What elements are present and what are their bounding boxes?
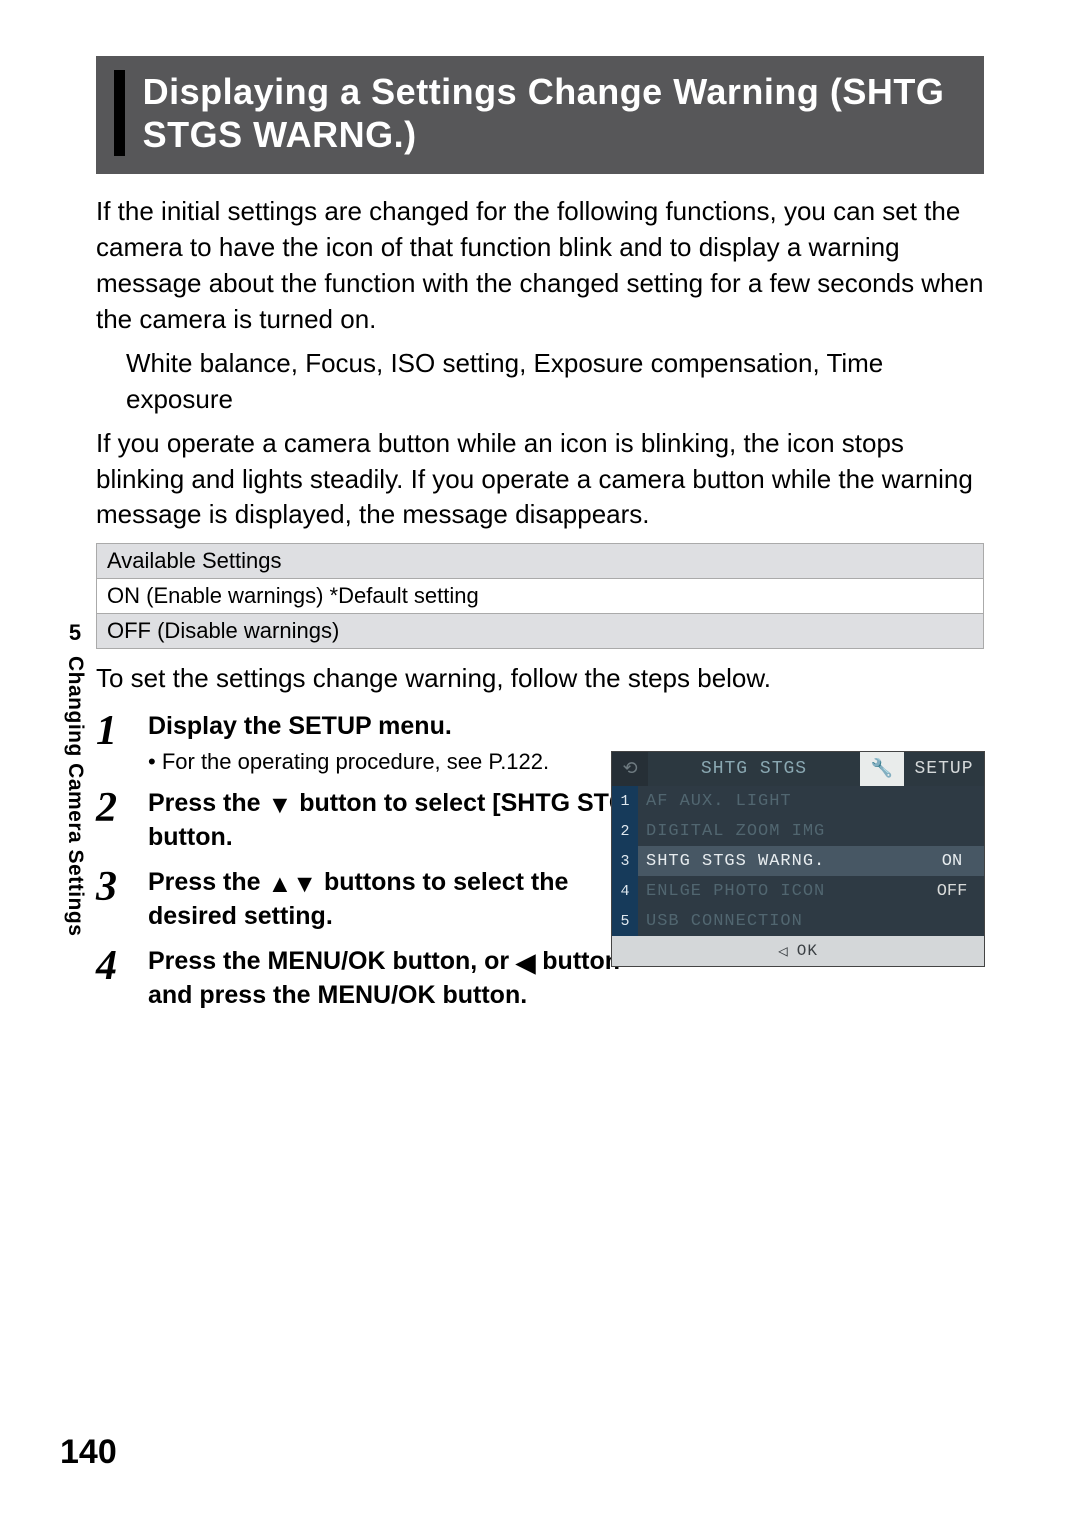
lcd-row-index: 1 xyxy=(612,786,638,816)
step-1-title: Display the SETUP menu. xyxy=(148,710,984,743)
section-title: Displaying a Settings Change Warning (SH… xyxy=(143,70,966,156)
lcd-footer-left-arrow-icon: ◁ xyxy=(778,941,789,961)
lcd-row-label: ENLGE PHOTO ICON xyxy=(638,876,920,906)
lcd-row-index: 5 xyxy=(612,906,638,936)
camera-lcd-screenshot: ⟲ SHTG STGS 🔧 SETUP 1 AF AUX. LIGHT 2 DI… xyxy=(612,752,984,966)
title-accent-mark xyxy=(114,70,125,156)
lcd-tab-active: SHTG STGS xyxy=(648,752,860,786)
lcd-tab-left-icon: ⟲ xyxy=(612,752,648,786)
lcd-row-value: OFF xyxy=(920,876,984,906)
lcd-row-index: 2 xyxy=(612,816,638,846)
lcd-footer: ◁ OK xyxy=(612,936,984,966)
lcd-row-label: USB CONNECTION xyxy=(638,906,920,936)
lcd-row-value xyxy=(920,816,984,846)
available-settings-table: Available Settings ON (Enable warnings) … xyxy=(96,543,984,649)
lcd-row-value xyxy=(920,786,984,816)
settings-row-on: ON (Enable warnings) *Default setting xyxy=(97,579,984,614)
step-number-4: 4 xyxy=(96,945,126,1012)
page-number: 140 xyxy=(60,1433,117,1472)
down-arrow-icon: ▼ xyxy=(268,789,293,822)
lcd-tab-wrench-icon: 🔧 xyxy=(860,752,904,786)
step-number-2: 2 xyxy=(96,787,126,854)
lcd-row-value-on: ON xyxy=(920,846,984,876)
chapter-label: Changing Camera Settings xyxy=(63,656,87,936)
lcd-row-value xyxy=(920,906,984,936)
chapter-number: 5 xyxy=(65,618,85,648)
settings-row-off: OFF (Disable warnings) xyxy=(97,614,984,649)
steps-lead-text: To set the settings change warning, foll… xyxy=(96,663,984,694)
step-number-1: 1 xyxy=(96,710,126,775)
up-down-arrow-icon: ▲▼ xyxy=(268,868,318,901)
intro-functions-list: White balance, Focus, ISO setting, Expos… xyxy=(96,346,984,418)
lcd-row-index: 4 xyxy=(612,876,638,906)
step-number-3: 3 xyxy=(96,866,126,933)
chapter-sidebar: 5 Changing Camera Settings xyxy=(60,618,90,936)
lcd-row-label: AF AUX. LIGHT xyxy=(638,786,920,816)
step-3-title: Press the ▲▼ buttons to select the desir… xyxy=(148,866,636,933)
left-arrow-icon: ◀ xyxy=(516,947,535,980)
settings-table-header: Available Settings xyxy=(97,544,984,579)
section-title-bar: Displaying a Settings Change Warning (SH… xyxy=(96,56,984,174)
lcd-row-label-selected: SHTG STGS WARNG. xyxy=(638,846,920,876)
intro-paragraph-1: If the initial settings are changed for … xyxy=(96,194,984,338)
lcd-row-label: DIGITAL ZOOM IMG xyxy=(638,816,920,846)
lcd-footer-ok: OK xyxy=(797,942,818,960)
step-4-title: Press the MENU/OK button, or ◀ button an… xyxy=(148,945,636,1012)
lcd-row-index: 3 xyxy=(612,846,638,876)
lcd-tab-setup: SETUP xyxy=(904,752,984,786)
intro-paragraph-2: If you operate a camera button while an … xyxy=(96,426,984,534)
